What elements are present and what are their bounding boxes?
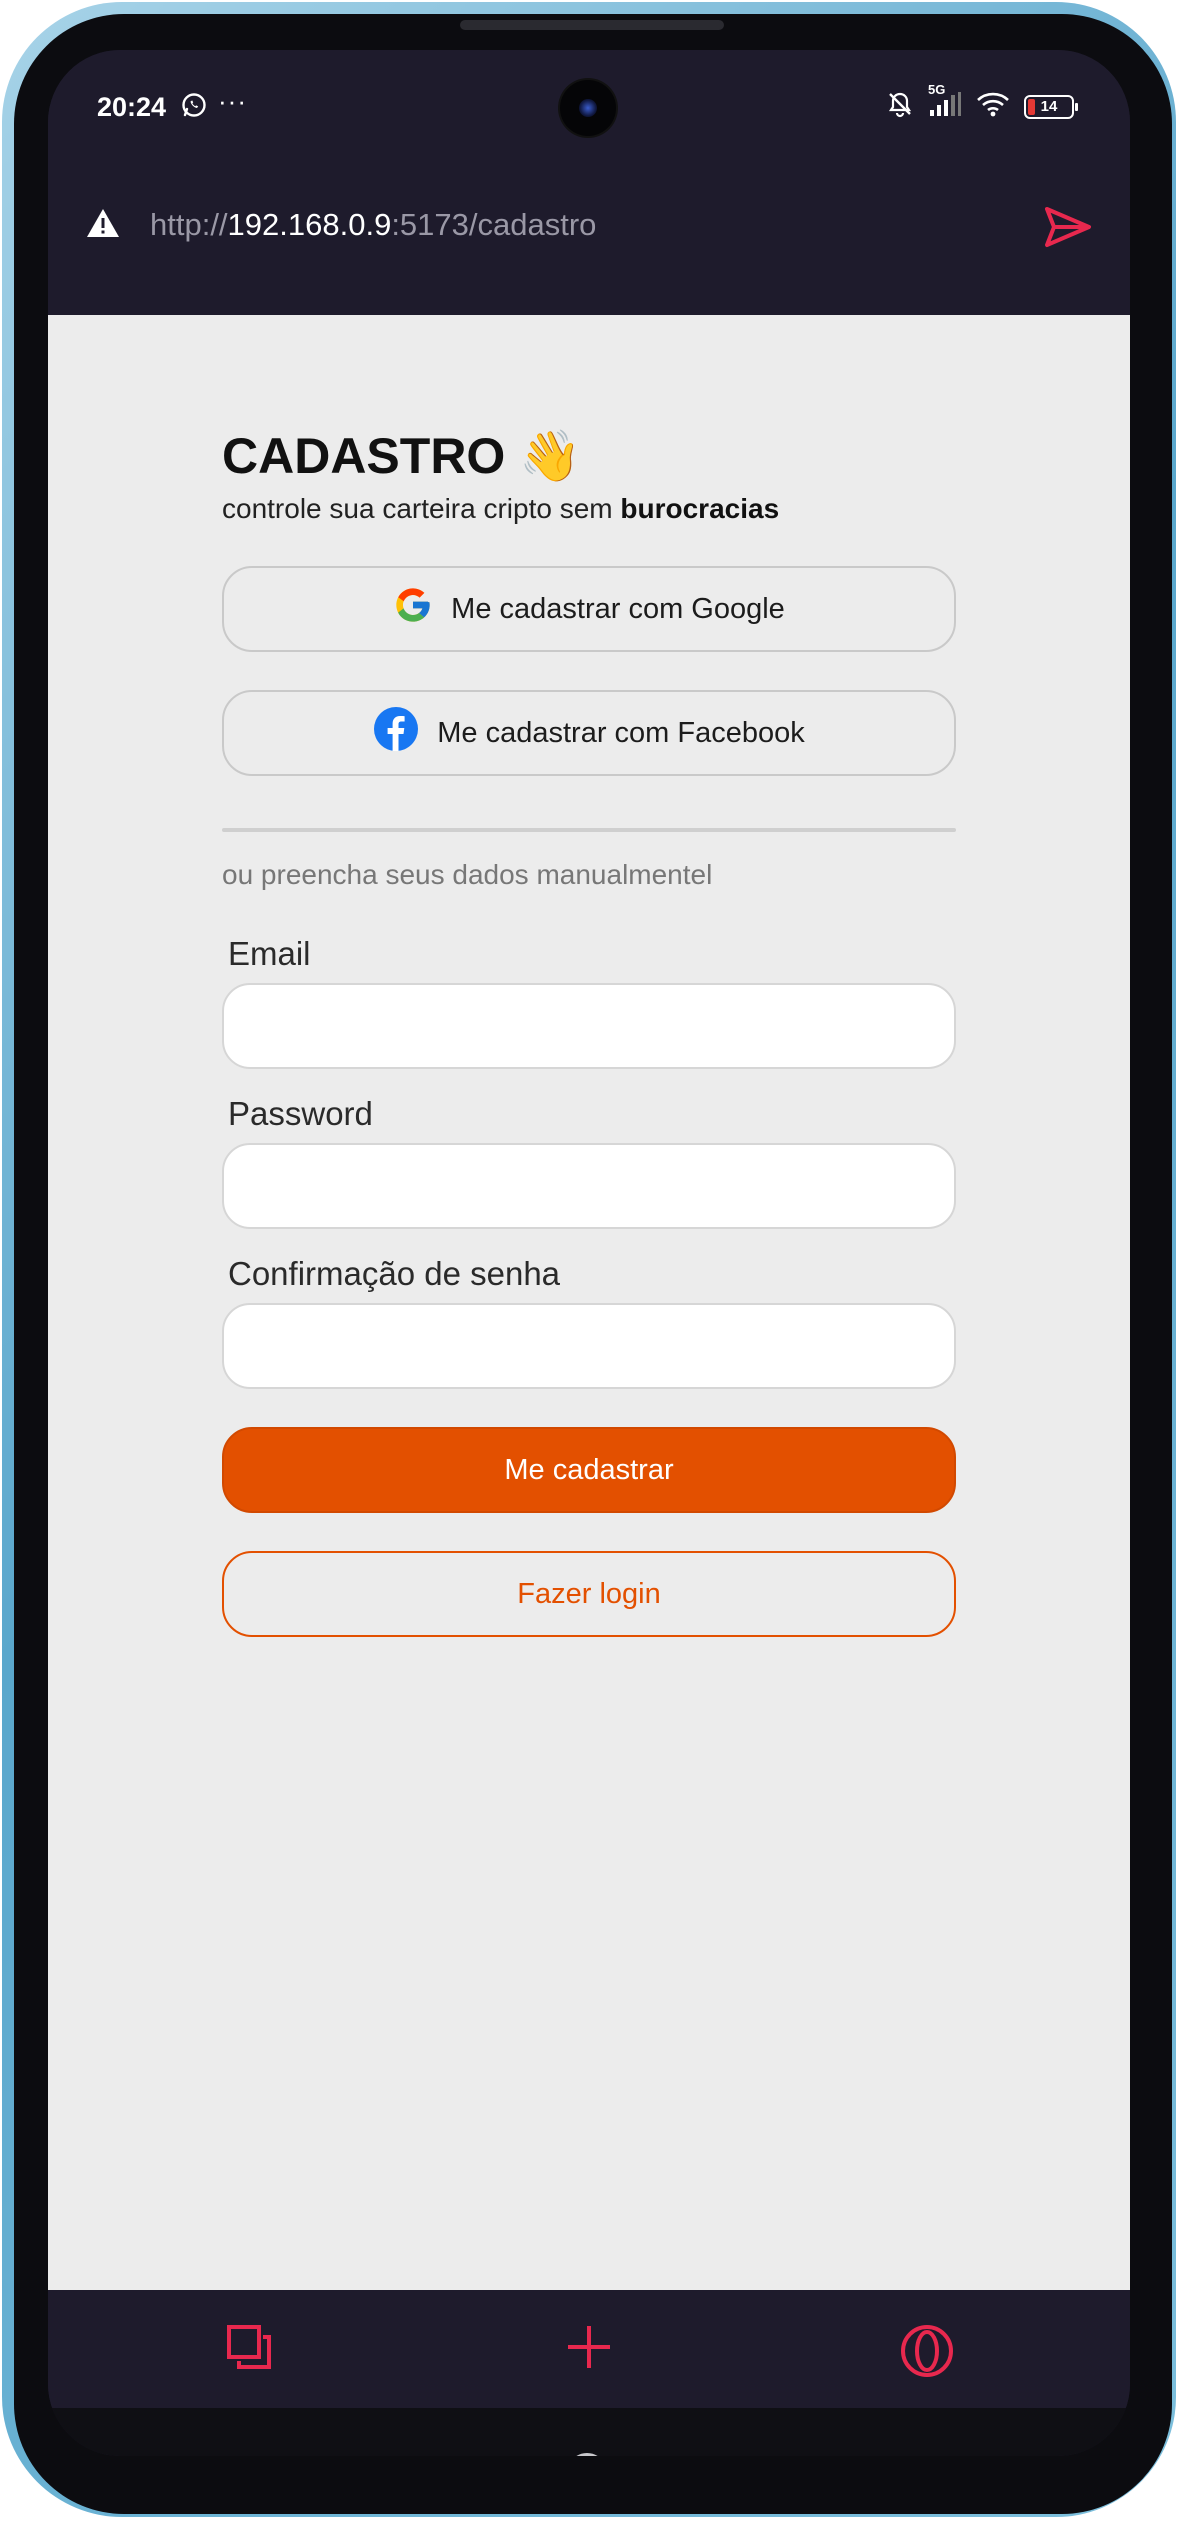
send-icon[interactable]: [1044, 205, 1092, 254]
earpiece-speaker: [460, 20, 724, 30]
opera-menu-icon[interactable]: [900, 2324, 954, 2383]
divider: [222, 828, 956, 832]
browser-bottom-bar: [48, 2290, 1130, 2408]
manual-entry-hint: ou preencha seus dados manualmentel: [222, 859, 713, 890]
status-time: 20:24: [97, 92, 167, 122]
email-label: Email: [228, 935, 311, 972]
front-camera: [560, 80, 616, 136]
battery-level: 14: [1040, 98, 1058, 115]
url-path: :5173/cadastro: [391, 207, 597, 242]
password-field[interactable]: [222, 1143, 956, 1229]
facebook-signup-label: Me cadastrar com Facebook: [437, 716, 805, 749]
tabs-icon[interactable]: [226, 2324, 272, 2375]
facebook-icon: [373, 706, 419, 760]
home-icon[interactable]: [566, 2452, 608, 2456]
login-button[interactable]: Fazer login: [222, 1551, 956, 1637]
status-icons: 5G 14: [886, 82, 1078, 123]
plus-icon[interactable]: [566, 2324, 612, 2375]
url-field[interactable]: http://192.168.0.9:5173/cadastro: [150, 207, 596, 243]
browser-url-bar: http://192.168.0.9:5173/cadastro: [48, 165, 1130, 315]
subtitle-text: controle sua carteira cripto sem: [222, 493, 621, 524]
mute-icon: [886, 90, 914, 123]
url-scheme: http://: [150, 207, 228, 242]
google-icon: [393, 585, 433, 633]
facebook-signup-button[interactable]: Me cadastrar com Facebook: [222, 690, 956, 776]
page-subtitle: controle sua carteira cripto sem burocra…: [222, 493, 779, 525]
phone-screen: 20:24 ··· 5G 14 http://192.168.0.9:5173/…: [48, 50, 1130, 2456]
page-title: CADASTRO 👋: [222, 428, 582, 484]
web-page: CADASTRO 👋 controle sua carteira cripto …: [48, 315, 1130, 2290]
google-signup-button[interactable]: Me cadastrar com Google: [222, 566, 956, 652]
confirm-password-label: Confirmação de senha: [228, 1255, 561, 1292]
signal-icon: 5G: [928, 82, 962, 123]
confirm-password-field[interactable]: [222, 1303, 956, 1389]
whatsapp-icon: [181, 92, 207, 123]
network-type: 5G: [928, 82, 946, 97]
signup-submit-button[interactable]: Me cadastrar: [222, 1427, 956, 1513]
subtitle-bold: burocracias: [620, 493, 780, 524]
back-icon[interactable]: [808, 2454, 842, 2456]
system-nav-bar: [48, 2408, 1130, 2456]
battery-icon: 14: [1024, 94, 1078, 119]
wifi-icon: [976, 91, 1010, 122]
email-field[interactable]: [222, 983, 956, 1069]
warning-icon[interactable]: [86, 207, 120, 244]
password-label: Password: [228, 1095, 373, 1132]
status-overflow: ···: [218, 86, 247, 116]
status-bar: 20:24 ··· 5G 14: [48, 50, 1130, 165]
google-signup-label: Me cadastrar com Google: [451, 592, 785, 625]
url-host: 192.168.0.9: [227, 207, 392, 242]
